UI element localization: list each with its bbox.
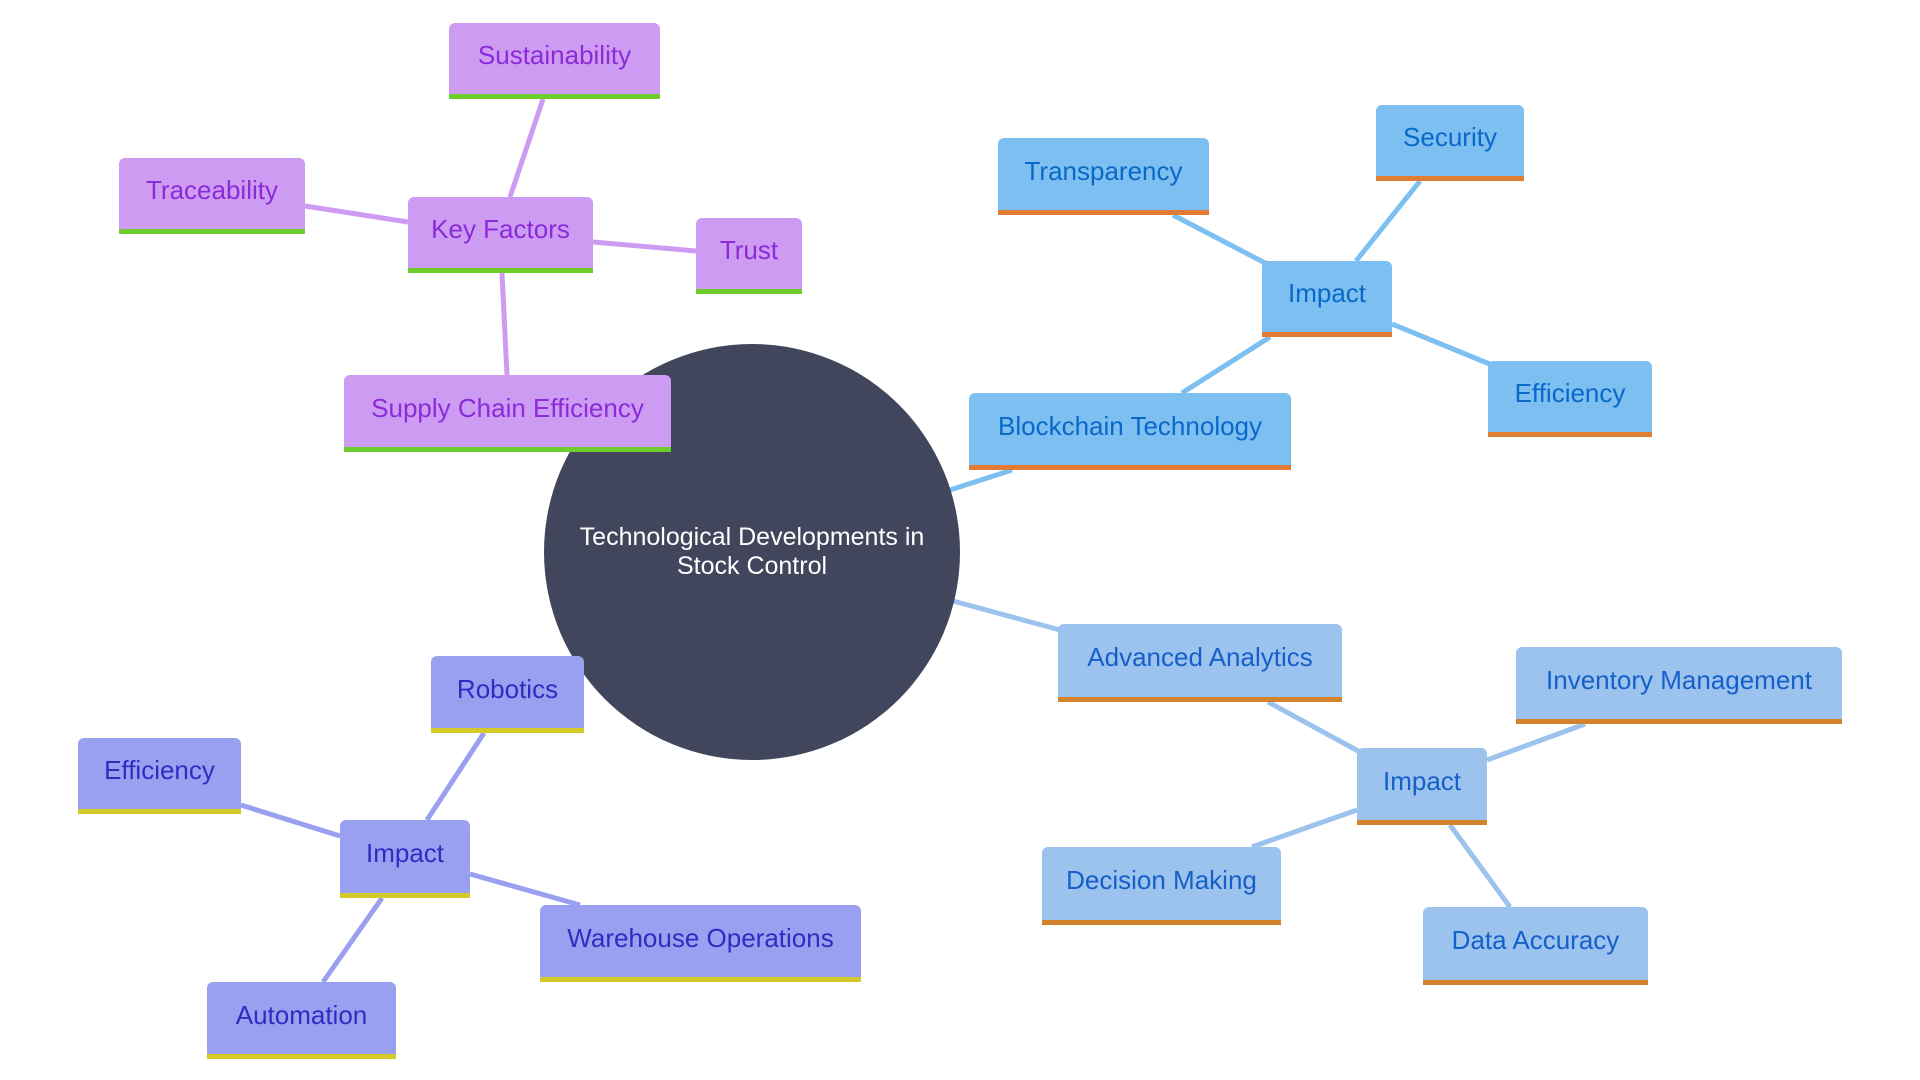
node-key-factors[interactable]: Key Factors xyxy=(408,197,593,273)
node-blockchain-impact[interactable]: Impact xyxy=(1262,261,1392,337)
edge-impact-accuracy xyxy=(1447,823,1513,909)
edge-impact-inventory xyxy=(1486,721,1586,763)
edge-blockchain-impact xyxy=(1180,334,1272,396)
node-sustainability[interactable]: Sustainability xyxy=(449,23,660,99)
node-automation[interactable]: Automation xyxy=(207,982,396,1059)
node-advanced-analytics[interactable]: Advanced Analytics xyxy=(1058,624,1342,702)
edge-robotics-impact xyxy=(424,731,487,822)
node-warehouse-operations[interactable]: Warehouse Operations xyxy=(540,905,861,982)
edge-keyfactors-sustainability xyxy=(507,98,546,198)
edge-impact-transparency xyxy=(1171,212,1269,267)
node-inventory-management[interactable]: Inventory Management xyxy=(1516,647,1842,724)
node-robotics[interactable]: Robotics xyxy=(431,656,584,733)
edge-supplychain-keyfactors xyxy=(499,272,510,376)
node-security[interactable]: Security xyxy=(1376,105,1524,181)
edge-keyfactors-traceability xyxy=(304,203,409,225)
edge-impact-warehouse xyxy=(469,871,581,908)
edge-analytics-impact xyxy=(1266,699,1362,755)
edge-impact-efficiency xyxy=(1391,321,1493,368)
edge-impact-efficiency2 xyxy=(240,802,341,839)
edge-impact-decision xyxy=(1251,807,1358,850)
edge-keyfactors-trust xyxy=(592,239,697,254)
node-blockchain-efficiency[interactable]: Efficiency xyxy=(1488,361,1652,437)
edge-root-blockchain xyxy=(949,467,1013,493)
node-analytics-impact[interactable]: Impact xyxy=(1357,748,1487,825)
edge-impact-automation xyxy=(320,896,385,984)
node-robotics-impact[interactable]: Impact xyxy=(340,820,470,898)
node-blockchain-technology[interactable]: Blockchain Technology xyxy=(969,393,1291,470)
edge-impact-security xyxy=(1354,179,1422,263)
node-robotics-efficiency[interactable]: Efficiency xyxy=(78,738,241,814)
node-transparency[interactable]: Transparency xyxy=(998,138,1209,215)
edge-root-analytics xyxy=(952,598,1061,633)
node-data-accuracy[interactable]: Data Accuracy xyxy=(1423,907,1648,985)
node-trust[interactable]: Trust xyxy=(696,218,802,294)
node-decision-making[interactable]: Decision Making xyxy=(1042,847,1281,925)
node-supply-chain-efficiency[interactable]: Supply Chain Efficiency xyxy=(344,375,671,452)
node-traceability[interactable]: Traceability xyxy=(119,158,305,234)
